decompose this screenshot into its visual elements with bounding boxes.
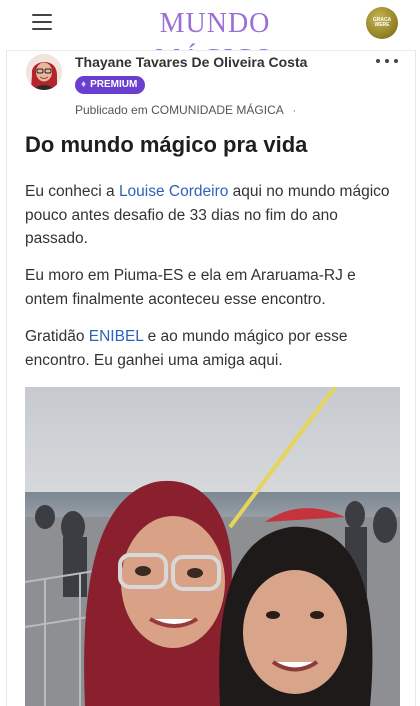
p3-text-before: Gratidão xyxy=(25,328,89,345)
brand-badge-icon[interactable]: GRACA WERE xyxy=(366,7,398,39)
brand-logo[interactable]: MUNDO MÁGICO xyxy=(100,6,330,75)
top-app-bar: MUNDO MÁGICO GRACA WERE xyxy=(0,0,420,75)
post-paragraph-1: Eu conheci a Louise Cordeiro aqui no mun… xyxy=(25,180,397,251)
more-options-icon[interactable] xyxy=(376,54,398,68)
diamond-icon: ♦ xyxy=(81,79,87,90)
mention-louise-cordeiro[interactable]: Louise Cordeiro xyxy=(119,183,228,200)
hamburger-menu-icon[interactable] xyxy=(32,14,52,30)
separator-dot: · xyxy=(292,103,297,117)
premium-badge: ♦ PREMIUM xyxy=(75,76,146,94)
post-title: Do mundo mágico pra vida xyxy=(25,132,308,157)
post-paragraph-2: Eu moro em Piuma-ES e ela em Araruama-RJ… xyxy=(25,267,356,308)
community-link[interactable]: COMUNIDADE MÁGICA xyxy=(151,103,283,117)
published-prefix: Publicado em xyxy=(75,103,148,117)
published-info: Publicado em COMUNIDADE MÁGICA · xyxy=(75,103,296,117)
p1-text-before: Eu conheci a xyxy=(25,183,119,200)
author-name[interactable]: Thayane Tavares De Oliveira Costa xyxy=(75,54,307,70)
author-avatar[interactable] xyxy=(26,54,62,90)
mention-enibel[interactable]: ENIBEL xyxy=(89,328,144,345)
post-paragraph-3: Gratidão ENIBEL e ao mundo mágico por es… xyxy=(25,325,397,372)
premium-label: PREMIUM xyxy=(90,79,138,90)
post-photo[interactable] xyxy=(25,387,400,706)
